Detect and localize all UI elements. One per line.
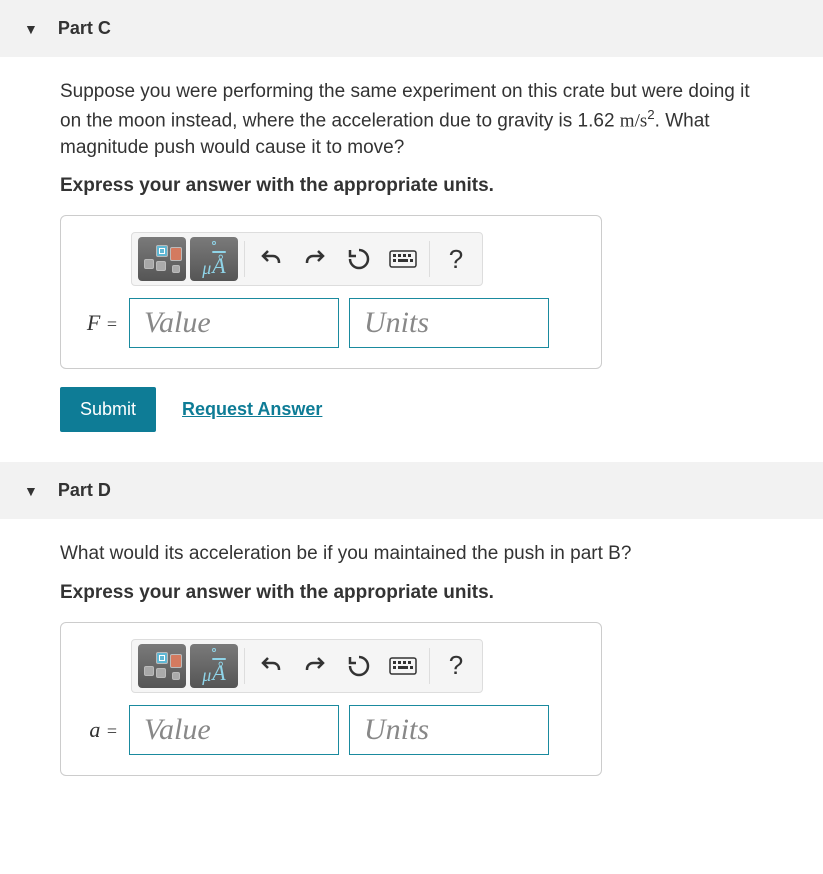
equation-toolbar: μÅ ? [131,232,483,286]
part-d-body: What would its acceleration be if you ma… [0,519,823,786]
value-input[interactable] [129,298,339,348]
units-input[interactable] [349,705,549,755]
part-d-question: What would its acceleration be if you ma… [60,541,763,568]
symbols-button[interactable]: μÅ [190,237,238,281]
caret-down-icon: ▼ [24,483,38,499]
part-c-actions: Submit Request Answer [60,387,763,432]
redo-icon [303,654,327,678]
templates-icon [142,650,182,682]
toolbar-separator [244,648,245,684]
part-c-body: Suppose you were performing the same exp… [0,57,823,442]
undo-button[interactable] [251,646,291,686]
part-d-instruction: Express your answer with the appropriate… [60,582,763,604]
reset-icon [347,654,371,678]
part-c-input-row: F = [79,298,583,348]
redo-icon [303,247,327,271]
keyboard-icon [389,250,417,268]
symbols-icon: μÅ [202,237,226,281]
part-d: ▼ Part D What would its acceleration be … [0,462,823,786]
part-d-header[interactable]: ▼ Part D [0,462,823,519]
symbols-icon: μÅ [202,644,226,688]
caret-down-icon: ▼ [24,21,38,37]
reset-button[interactable] [339,646,379,686]
request-answer-link[interactable]: Request Answer [182,399,322,420]
toolbar-separator [429,648,430,684]
redo-button[interactable] [295,239,335,279]
variable-label: a = [79,717,119,743]
part-c-title: Part C [58,18,111,39]
question-exp: 2 [647,107,654,122]
part-c-answer-box: μÅ ? F = [60,215,602,369]
equation-toolbar: μÅ ? [131,639,483,693]
units-input[interactable] [349,298,549,348]
value-input[interactable] [129,705,339,755]
undo-icon [259,654,283,678]
question-unit: m/s [620,110,647,131]
help-button[interactable]: ? [436,646,476,686]
part-d-title: Part D [58,480,111,501]
keyboard-button[interactable] [383,239,423,279]
part-c-instruction: Express your answer with the appropriate… [60,175,763,197]
reset-button[interactable] [339,239,379,279]
templates-icon [142,243,182,275]
toolbar-separator [429,241,430,277]
help-button[interactable]: ? [436,239,476,279]
keyboard-icon [389,657,417,675]
toolbar-separator [244,241,245,277]
part-c-question: Suppose you were performing the same exp… [60,79,763,161]
templates-button[interactable] [138,237,186,281]
undo-icon [259,247,283,271]
redo-button[interactable] [295,646,335,686]
part-d-input-row: a = [79,705,583,755]
submit-button[interactable]: Submit [60,387,156,432]
part-d-answer-box: μÅ ? a = [60,622,602,776]
templates-button[interactable] [138,644,186,688]
reset-icon [347,247,371,271]
symbols-button[interactable]: μÅ [190,644,238,688]
part-c: ▼ Part C Suppose you were performing the… [0,0,823,442]
undo-button[interactable] [251,239,291,279]
keyboard-button[interactable] [383,646,423,686]
part-c-header[interactable]: ▼ Part C [0,0,823,57]
variable-label: F = [79,310,119,336]
